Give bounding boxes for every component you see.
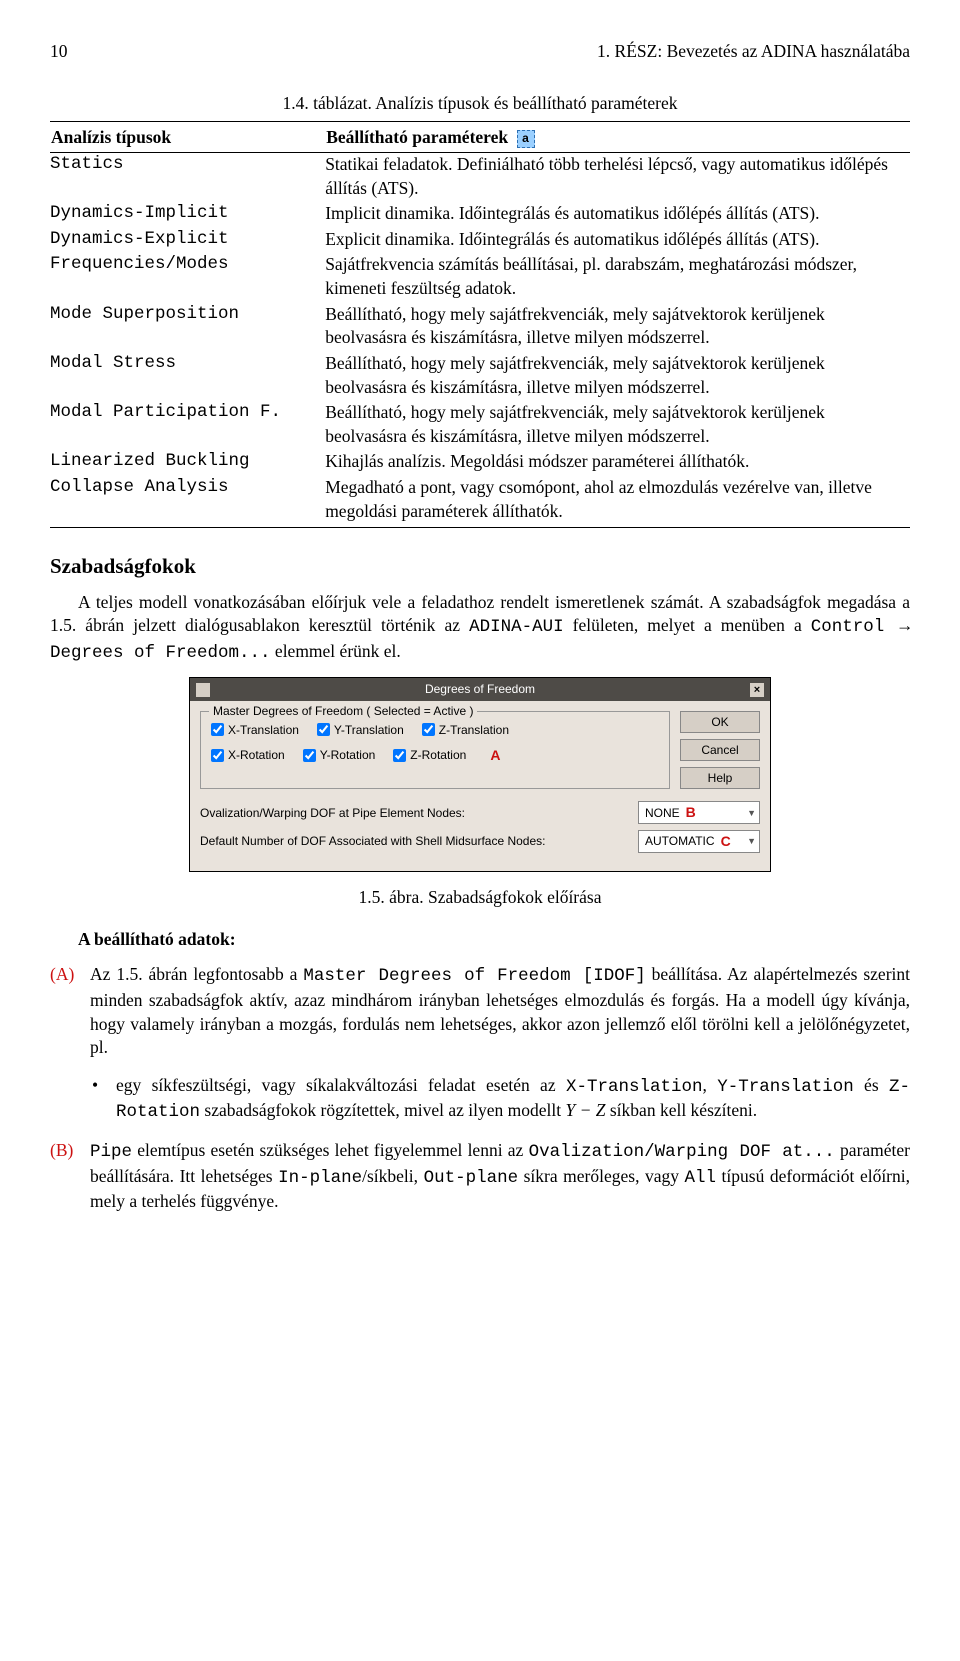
bullet-item: • egy síkfeszültségi, vagy síkalakváltoz… xyxy=(92,1074,910,1125)
settable-heading: A beállítható adatok: xyxy=(50,928,910,952)
callout-a: A xyxy=(490,746,500,765)
paragraph: A teljes modell vonatkozásában előírjuk … xyxy=(50,591,910,666)
table-row: Frequencies/ModesSajátfrekvencia számítá… xyxy=(50,253,910,302)
page-number: 10 xyxy=(50,40,68,64)
table-caption: 1.4. táblázat. Analízis típusok és beáll… xyxy=(50,92,910,116)
table-row: Mode SuperpositionBeállítható, hogy mely… xyxy=(50,303,910,352)
table-row: Collapse AnalysisMegadható a pont, vagy … xyxy=(50,476,910,528)
cancel-button[interactable]: Cancel xyxy=(680,739,760,761)
list-item-b: (B) Pipe elemtípus esetén szükséges lehe… xyxy=(50,1139,910,1214)
ok-button[interactable]: OK xyxy=(680,711,760,733)
callout-c: C xyxy=(721,832,731,851)
table-row: Dynamics-ExplicitExplicit dinamika. Idői… xyxy=(50,228,910,254)
master-dof-fieldset: Master Degrees of Freedom ( Selected = A… xyxy=(200,711,670,790)
info-icon: a xyxy=(517,130,535,148)
table-row: Linearized BucklingKihajlás analízis. Me… xyxy=(50,450,910,476)
table-header-col1: Analízis típusok xyxy=(50,122,325,153)
table-row: StaticsStatikai feladatok. Definiálható … xyxy=(50,152,910,202)
callout-b: B xyxy=(686,803,696,822)
dialog-title: Degrees of Freedom xyxy=(210,681,750,697)
page-header: 10 1. RÉSZ: Bevezetés az ADINA használat… xyxy=(50,40,910,64)
z-rotation-checkbox[interactable]: Z-Rotation xyxy=(393,746,466,765)
fieldset-legend: Master Degrees of Freedom ( Selected = A… xyxy=(209,703,477,719)
shell-dof-label: Default Number of DOF Associated with Sh… xyxy=(200,833,545,849)
table-row: Modal Participation F.Beállítható, hogy … xyxy=(50,401,910,450)
help-button[interactable]: Help xyxy=(680,767,760,789)
list-item-a: (A) Az 1.5. ábrán legfontosabb a Master … xyxy=(50,963,910,1060)
figure-caption: 1.5. ábra. Szabadságfokok előírása xyxy=(50,886,910,910)
running-head: 1. RÉSZ: Bevezetés az ADINA használatába xyxy=(597,40,910,64)
ovalization-select[interactable]: NONE B xyxy=(638,801,760,824)
table-row: Dynamics-ImplicitImplicit dinamika. Idői… xyxy=(50,202,910,228)
shell-dof-select[interactable]: AUTOMATIC C xyxy=(638,830,760,853)
x-rotation-checkbox[interactable]: X-Rotation xyxy=(211,746,285,765)
bullet-icon: • xyxy=(92,1074,106,1125)
analysis-table: Analízis típusok Beállítható paraméterek… xyxy=(50,121,910,528)
y-rotation-checkbox[interactable]: Y-Rotation xyxy=(303,746,376,765)
ovalization-label: Ovalization/Warping DOF at Pipe Element … xyxy=(200,805,465,821)
table-header-col2: Beállítható paraméterek a xyxy=(325,122,910,153)
z-translation-checkbox[interactable]: Z-Translation xyxy=(422,722,509,738)
y-translation-checkbox[interactable]: Y-Translation xyxy=(317,722,404,738)
x-translation-checkbox[interactable]: X-Translation xyxy=(211,722,299,738)
list-marker-a: (A) xyxy=(50,963,80,1060)
dialog-titlebar: Degrees of Freedom × xyxy=(190,678,770,700)
table-row: Modal StressBeállítható, hogy mely saját… xyxy=(50,352,910,401)
degrees-of-freedom-dialog: Degrees of Freedom × Master Degrees of F… xyxy=(189,677,771,872)
list-marker-b: (B) xyxy=(50,1139,80,1214)
window-icon xyxy=(196,683,210,697)
section-heading: Szabadságfokok xyxy=(50,552,910,580)
close-icon[interactable]: × xyxy=(750,683,764,697)
